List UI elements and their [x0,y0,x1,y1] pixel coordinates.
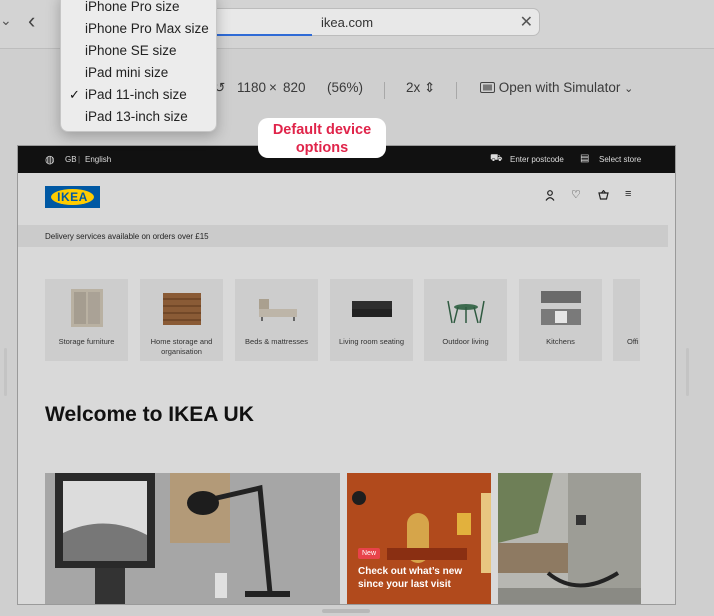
ikea-logo[interactable]: IKEA [45,186,100,208]
annotation-callout: Default device options [258,118,386,158]
hero-tile-new[interactable]: New Check out what’s new since your last… [347,473,491,604]
category-label: Storage furniture [58,337,115,346]
category-label: Home storage and organisation [150,337,213,356]
page-load-progress [217,34,312,36]
clear-icon[interactable]: ✕ [520,12,533,32]
delivery-banner: Delivery services available on orders ov… [18,225,668,247]
basket-box-icon [163,293,201,325]
divider [456,82,457,99]
office-chair-icon [633,287,640,329]
divider [384,82,385,99]
simulator-icon [480,82,495,93]
menu-item-ipad-11[interactable]: iPad 11-inch size [85,87,187,102]
locale-country[interactable]: GB [65,155,77,164]
category-card[interactable]: Kitchens [519,279,602,361]
category-card[interactable]: Home storage and organisation [140,279,223,361]
resize-handle-bottom[interactable] [322,609,370,613]
menu-item-iphone-pro[interactable]: iPhone Pro size [85,0,180,14]
scale-selector[interactable]: 2x ⇕ [406,80,435,102]
address-bar[interactable]: ikea.com ✕ [210,8,540,36]
basket-icon[interactable] [598,189,609,203]
desk-lamp-photo [45,473,340,604]
open-simulator-button[interactable]: Open with Simulator ⌄ [480,80,633,102]
menu-item-ipad-13[interactable]: iPad 13-inch size [85,109,188,124]
viewport-width[interactable]: 1180 [237,80,266,102]
device-viewport: ◍ GB | English ⛟ Enter postcode ▤ Select… [17,145,676,605]
hero-tile-outdoor[interactable] [498,473,641,604]
outdoor-photo [498,473,641,604]
promo-text-2: since your last visit [358,579,451,590]
outdoor-chairs-icon [447,300,485,324]
user-icon[interactable] [545,190,555,204]
times-sign: × [269,80,277,95]
category-label: Kitchens [546,337,575,346]
new-badge: New [358,548,381,559]
callout-line-2: options [295,140,349,156]
sofa-icon [352,301,392,317]
category-card[interactable]: Storage furniture [45,279,128,361]
category-card[interactable]: Beds & mattresses [235,279,318,361]
bed-icon [259,299,297,321]
zoom-level: (56%) [327,80,364,95]
ikea-header: IKEA ♡ ≡ [18,173,668,225]
category-carousel: Storage furniture Home storage and organ… [45,279,640,361]
category-label: Living room seating [338,337,405,346]
store-icon: ▤ [580,153,590,164]
postcode-link[interactable]: Enter postcode [510,155,564,164]
locale-separator: | [78,155,81,164]
locale-language[interactable]: English [85,155,111,164]
page-title: Welcome to IKEA UK [45,403,254,426]
wardrobe-icon [71,289,103,327]
callout-line-1: Default device [272,122,372,138]
simulator-label: Open with Simulator [498,80,621,95]
hamburger-menu-icon[interactable]: ≡ [625,188,631,200]
kitchen-icon [541,291,581,325]
category-label: Outdoor living [442,337,489,346]
resize-handle-left[interactable] [4,348,7,396]
heart-icon[interactable]: ♡ [571,188,581,201]
category-label: Offi [627,337,639,346]
store-link[interactable]: Select store [599,155,641,164]
promo-text-1: Check out what’s new [358,566,463,577]
url-text: ikea.com [321,15,374,30]
checkmark-icon: ✓ [69,87,80,102]
chevron-down-icon: ⌄ [624,83,634,95]
globe-icon[interactable]: ◍ [45,153,55,166]
category-card[interactable]: Outdoor living [424,279,507,361]
scale-value: 2x [406,80,421,95]
category-label: Beds & mattresses [245,337,308,346]
hero-tile-desk[interactable] [45,473,340,604]
resize-handle-right[interactable] [686,348,689,396]
menu-item-ipad-mini[interactable]: iPad mini size [85,65,168,80]
menu-item-iphone-se[interactable]: iPhone SE size [85,43,177,58]
logo-text: IKEA [51,189,94,205]
menu-item-iphone-pro-max[interactable]: iPhone Pro Max size [85,21,209,36]
category-card[interactable]: Offi [613,279,640,361]
back-button[interactable]: ‹ [28,10,46,34]
delivery-text: Delivery services available on orders ov… [45,232,209,241]
chevron-down-icon[interactable]: ⌄ [0,12,12,32]
category-card[interactable]: Living room seating [330,279,413,361]
up-down-icon: ⇕ [424,80,436,95]
device-size-menu: iPhone Pro size iPhone Pro Max size iPho… [60,0,217,132]
viewport-height[interactable]: 820 [283,80,306,102]
truck-icon: ⛟ [490,153,503,164]
